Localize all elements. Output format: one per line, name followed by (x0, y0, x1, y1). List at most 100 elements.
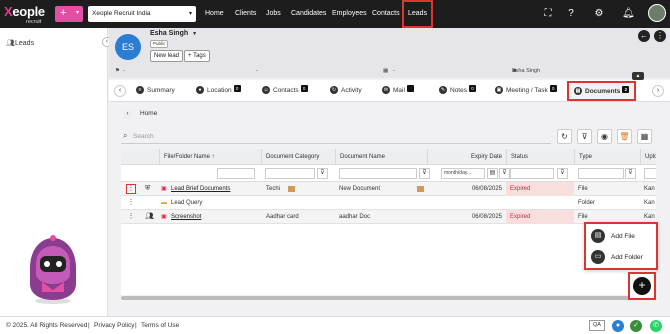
xeople-logo[interactable]: Xeople recruit (4, 2, 52, 26)
tab-location[interactable]: ● Location 0 (196, 80, 241, 102)
col-expiry-date[interactable]: Expiry Date (427, 149, 506, 165)
tab-badge: 0 (549, 85, 557, 92)
quick-add-button[interactable]: + ▾ (55, 6, 83, 22)
document-category: Techi (266, 186, 281, 192)
nav-home[interactable]: Home (205, 0, 224, 28)
columns-icon[interactable]: ▦ (637, 129, 652, 144)
summary-icon: ≡ (136, 86, 144, 95)
tabs-scroll-left-icon[interactable]: ‹ (114, 85, 126, 97)
uploaded-by: Kan (644, 186, 655, 192)
settings-icon[interactable]: ⚙ (593, 8, 605, 20)
top-bar: Xeople recruit + ▾ Xeople Recruit India ▾ … (0, 0, 670, 28)
user-avatar[interactable] (648, 4, 666, 22)
nav-employees[interactable]: Employees (332, 0, 367, 28)
lead-name[interactable]: Esha Singh ▼ (150, 30, 197, 37)
help-icon[interactable]: ? (565, 8, 577, 20)
expiry-date: 06/08/2025 (471, 214, 502, 220)
breadcrumb-home[interactable]: Home (140, 110, 157, 117)
image-file-icon: ▣ (161, 214, 167, 220)
col-document-name[interactable]: Document Name (335, 149, 427, 165)
new-lead-button[interactable]: New lead (150, 50, 184, 62)
nav-leads[interactable]: Leads (402, 0, 434, 28)
tab-badge: 0 (233, 85, 241, 92)
file-name-link[interactable]: Lead Brief Documents (171, 182, 259, 196)
collapse-header-icon[interactable]: ▲ (632, 72, 644, 80)
sidebar-item-leads[interactable]: 👥︎Leads (6, 39, 34, 47)
tab-activity[interactable]: ↻ Activity (330, 80, 362, 102)
filter-button[interactable]: ⊽ (625, 168, 636, 179)
field-value-2: - (256, 68, 258, 74)
horizontal-scrollbar[interactable] (121, 296, 636, 300)
filter-category-input[interactable] (265, 168, 315, 179)
chevron-down-icon: ▼ (192, 31, 198, 37)
file-name-link[interactable]: Screenshot (171, 210, 211, 224)
search-input[interactable]: ⌕ Search (121, 130, 551, 144)
tab-mail[interactable]: ✉ Mail (382, 80, 414, 102)
col-uploaded-by[interactable]: Uplo (640, 149, 656, 165)
account-icon[interactable]: ● (612, 320, 624, 332)
add-folder-icon: ▭ (591, 250, 605, 265)
refresh-icon[interactable]: ↻ (557, 129, 572, 144)
filter-button[interactable]: ⊽ (317, 168, 328, 179)
filter-name-input[interactable] (217, 168, 255, 179)
filter-docname-input[interactable] (339, 168, 417, 179)
row-actions-icon[interactable]: ⋮ (126, 198, 136, 208)
owner-value: Esha Singh (512, 68, 541, 74)
filter-status-input[interactable] (510, 168, 554, 179)
filter-button[interactable]: ⊽ (419, 168, 430, 179)
nav-clients[interactable]: Clients (235, 0, 256, 28)
filter-button[interactable]: ⊽ (557, 168, 568, 179)
whatsapp-icon[interactable]: ✆ (650, 320, 662, 332)
breadcrumb: › Home (123, 110, 157, 119)
calendar-icon[interactable]: ▤ (487, 168, 498, 179)
chevron-right-icon[interactable]: › (123, 110, 132, 119)
row-actions-icon[interactable]: ⋮ (126, 184, 136, 194)
filter-date-input[interactable]: month/day... (441, 168, 485, 179)
back-icon[interactable]: ← (638, 30, 650, 42)
document-type: File (578, 186, 588, 192)
add-fab-button[interactable]: + (628, 272, 656, 300)
footer: © 2025. All Rights Reserved | Privacy Po… (0, 316, 670, 334)
add-file-menu-item[interactable]: ▤ Add File (591, 229, 635, 245)
mascot-illustration (30, 235, 76, 304)
logo-subtext: recruit (26, 19, 42, 25)
nav-candidates[interactable]: Candidates (291, 0, 326, 28)
fullscreen-icon[interactable]: ⛶ (542, 8, 554, 20)
folder-name[interactable]: Lead Query (171, 196, 259, 210)
view-icon[interactable]: ◉ (597, 129, 612, 144)
tab-documents[interactable]: ▤ Documents 2 (567, 81, 637, 101)
col-type[interactable]: Type (574, 149, 640, 165)
filter-uploader-input[interactable] (644, 168, 656, 179)
col-file-name[interactable]: File/Folder Name ↑ (159, 149, 261, 165)
col-status[interactable]: Status (506, 149, 574, 165)
document-category: Aadhar card (266, 214, 299, 220)
activity-icon: ↻ (330, 86, 338, 95)
privacy-policy-link[interactable]: Privacy Policy (94, 317, 134, 334)
filter-type-input[interactable] (578, 168, 624, 179)
more-options-icon[interactable]: ⋮ (654, 30, 666, 42)
col-document-category[interactable]: Document Category (261, 149, 335, 165)
tab-summary[interactable]: ≡ Summary (136, 80, 175, 102)
bell-icon[interactable]: 🔔︎ (622, 8, 635, 20)
tab-meeting-task[interactable]: ▣ Meeting / Task 0 (495, 80, 557, 102)
tabs-scroll-right-icon[interactable]: › (652, 85, 664, 97)
expiry-date: 06/08/2025 (471, 186, 502, 192)
tab-contacts[interactable]: ☺ Contacts 0 (262, 80, 308, 102)
filter-button[interactable]: ⊽ (499, 168, 510, 179)
lead-header: ES Esha Singh ▼ Public New lead + Tags (109, 28, 670, 66)
table-row[interactable]: ⋮ ▬ Lead Query Folder Kan (121, 196, 656, 210)
organization-select[interactable]: Xeople Recruit India ▾ (88, 6, 196, 22)
nav-contacts[interactable]: Contacts (372, 0, 400, 28)
table-row[interactable]: ⋮ 👥︎ ▣ Screenshot Aadhar card aadhar Doc… (121, 210, 656, 224)
add-folder-menu-item[interactable]: ▭ Add Folder (591, 250, 643, 266)
status-check-icon[interactable]: ✓ (630, 320, 642, 332)
tab-notes[interactable]: ✎ Notes 0 (439, 80, 476, 102)
field-value-3: - (393, 68, 395, 74)
row-actions-icon[interactable]: ⋮ (126, 212, 136, 222)
table-row[interactable]: ⋮ ⛨ ▣ Lead Brief Documents Techi New Doc… (121, 182, 656, 196)
filter-icon[interactable]: ⊽ (577, 129, 592, 144)
terms-of-use-link[interactable]: Terms of Use (141, 317, 179, 334)
delete-icon[interactable]: 🗑︎ (617, 129, 632, 144)
add-tags-button[interactable]: + Tags (184, 50, 210, 62)
nav-jobs[interactable]: Jobs (266, 0, 281, 28)
